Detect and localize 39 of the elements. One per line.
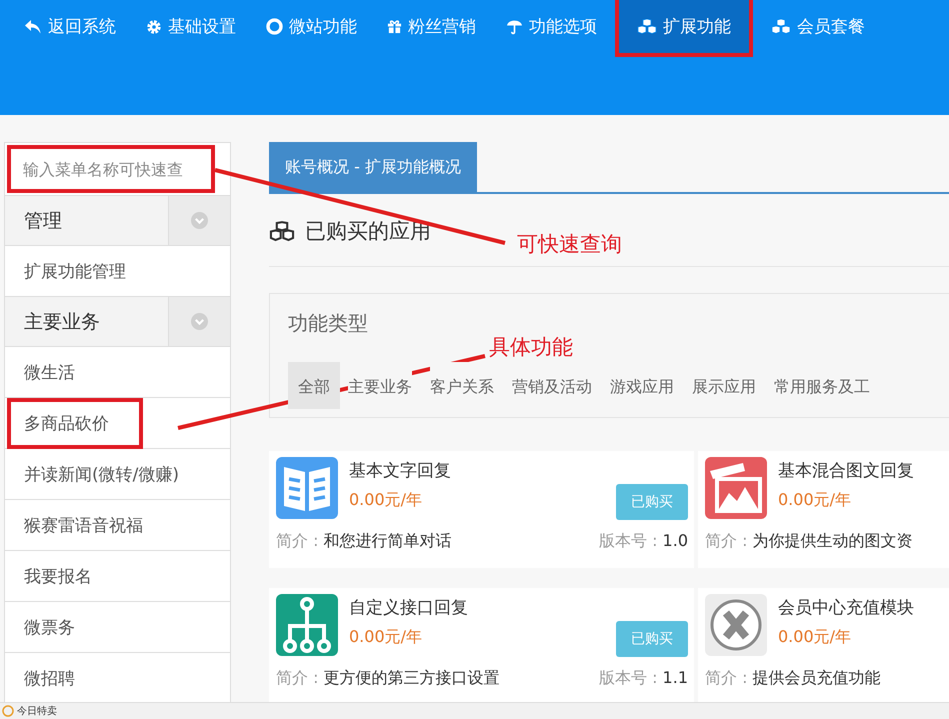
callout-label: 具体功能 — [489, 334, 573, 361]
menu-item[interactable]: 并读新闻(微转/微赚) — [11, 452, 191, 496]
menu-item[interactable]: 微票务 — [11, 606, 87, 648]
group-label: 主要业务 — [23, 310, 101, 334]
menu-item[interactable]: 扩展功能管理 — [11, 250, 138, 292]
nav-tab[interactable]: 微站功能 — [254, 0, 369, 57]
menu-item[interactable]: 微生活 — [11, 350, 87, 394]
nav-tab[interactable]: 会员套餐 — [759, 0, 877, 57]
app-description: 简介 : 和您进行简单对话 — [276, 531, 452, 552]
menu-item[interactable]: 猴赛雷语音祝福 — [11, 504, 155, 546]
app-name: 会员中心充值模块 — [778, 597, 915, 619]
nav-tab[interactable]: 粉丝营销 — [375, 0, 488, 57]
footer-label: 今日特卖 — [17, 704, 57, 718]
app-price: 0.00元/年 — [349, 627, 424, 648]
filter-title: 功能类型 — [288, 311, 368, 335]
nav-tab[interactable]: 返回系统 — [12, 0, 128, 57]
app-version: 版本号 : 1.0 — [598, 531, 688, 552]
app-name: 基本混合图文回复 — [778, 460, 915, 482]
app-description: 简介 : 提供会员充值功能 — [705, 668, 881, 689]
app-price: 0.00元/年 — [778, 490, 852, 511]
group-label: 管理 — [23, 208, 63, 234]
app-description: 简介 : 更方便的第三方接口设置 — [276, 668, 500, 689]
page-tab[interactable]: 账号概况 - 扩展功能概况 — [269, 142, 477, 192]
menu-group-header[interactable]: 管理 — [5, 196, 230, 246]
menu-group-header[interactable]: 主要业务 — [5, 297, 230, 347]
app-name: 基本文字回复 — [349, 460, 452, 482]
filter-tab[interactable]: 全部 — [288, 362, 340, 409]
menu-item[interactable]: 微招聘 — [11, 656, 87, 700]
nav-tab[interactable]: 扩展功能 — [615, 0, 753, 57]
nav-tab[interactable]: 功能选项 — [494, 0, 609, 57]
app-version: 版本号 : 1.1 — [598, 668, 688, 689]
nav-tab[interactable]: 基础设置 — [134, 0, 248, 57]
app-price: 0.00元/年 — [349, 490, 424, 511]
app-name: 自定义接口回复 — [349, 597, 469, 619]
menu-item[interactable]: 我要报名 — [11, 554, 104, 598]
app-price: 0.00元/年 — [778, 627, 852, 648]
callout-label: 可快速查询 — [517, 231, 622, 258]
app-description: 简介 : 为你提供生动的图文资 — [705, 531, 913, 552]
menu-search-field[interactable]: 输入菜单名称可快速查 — [11, 149, 211, 189]
